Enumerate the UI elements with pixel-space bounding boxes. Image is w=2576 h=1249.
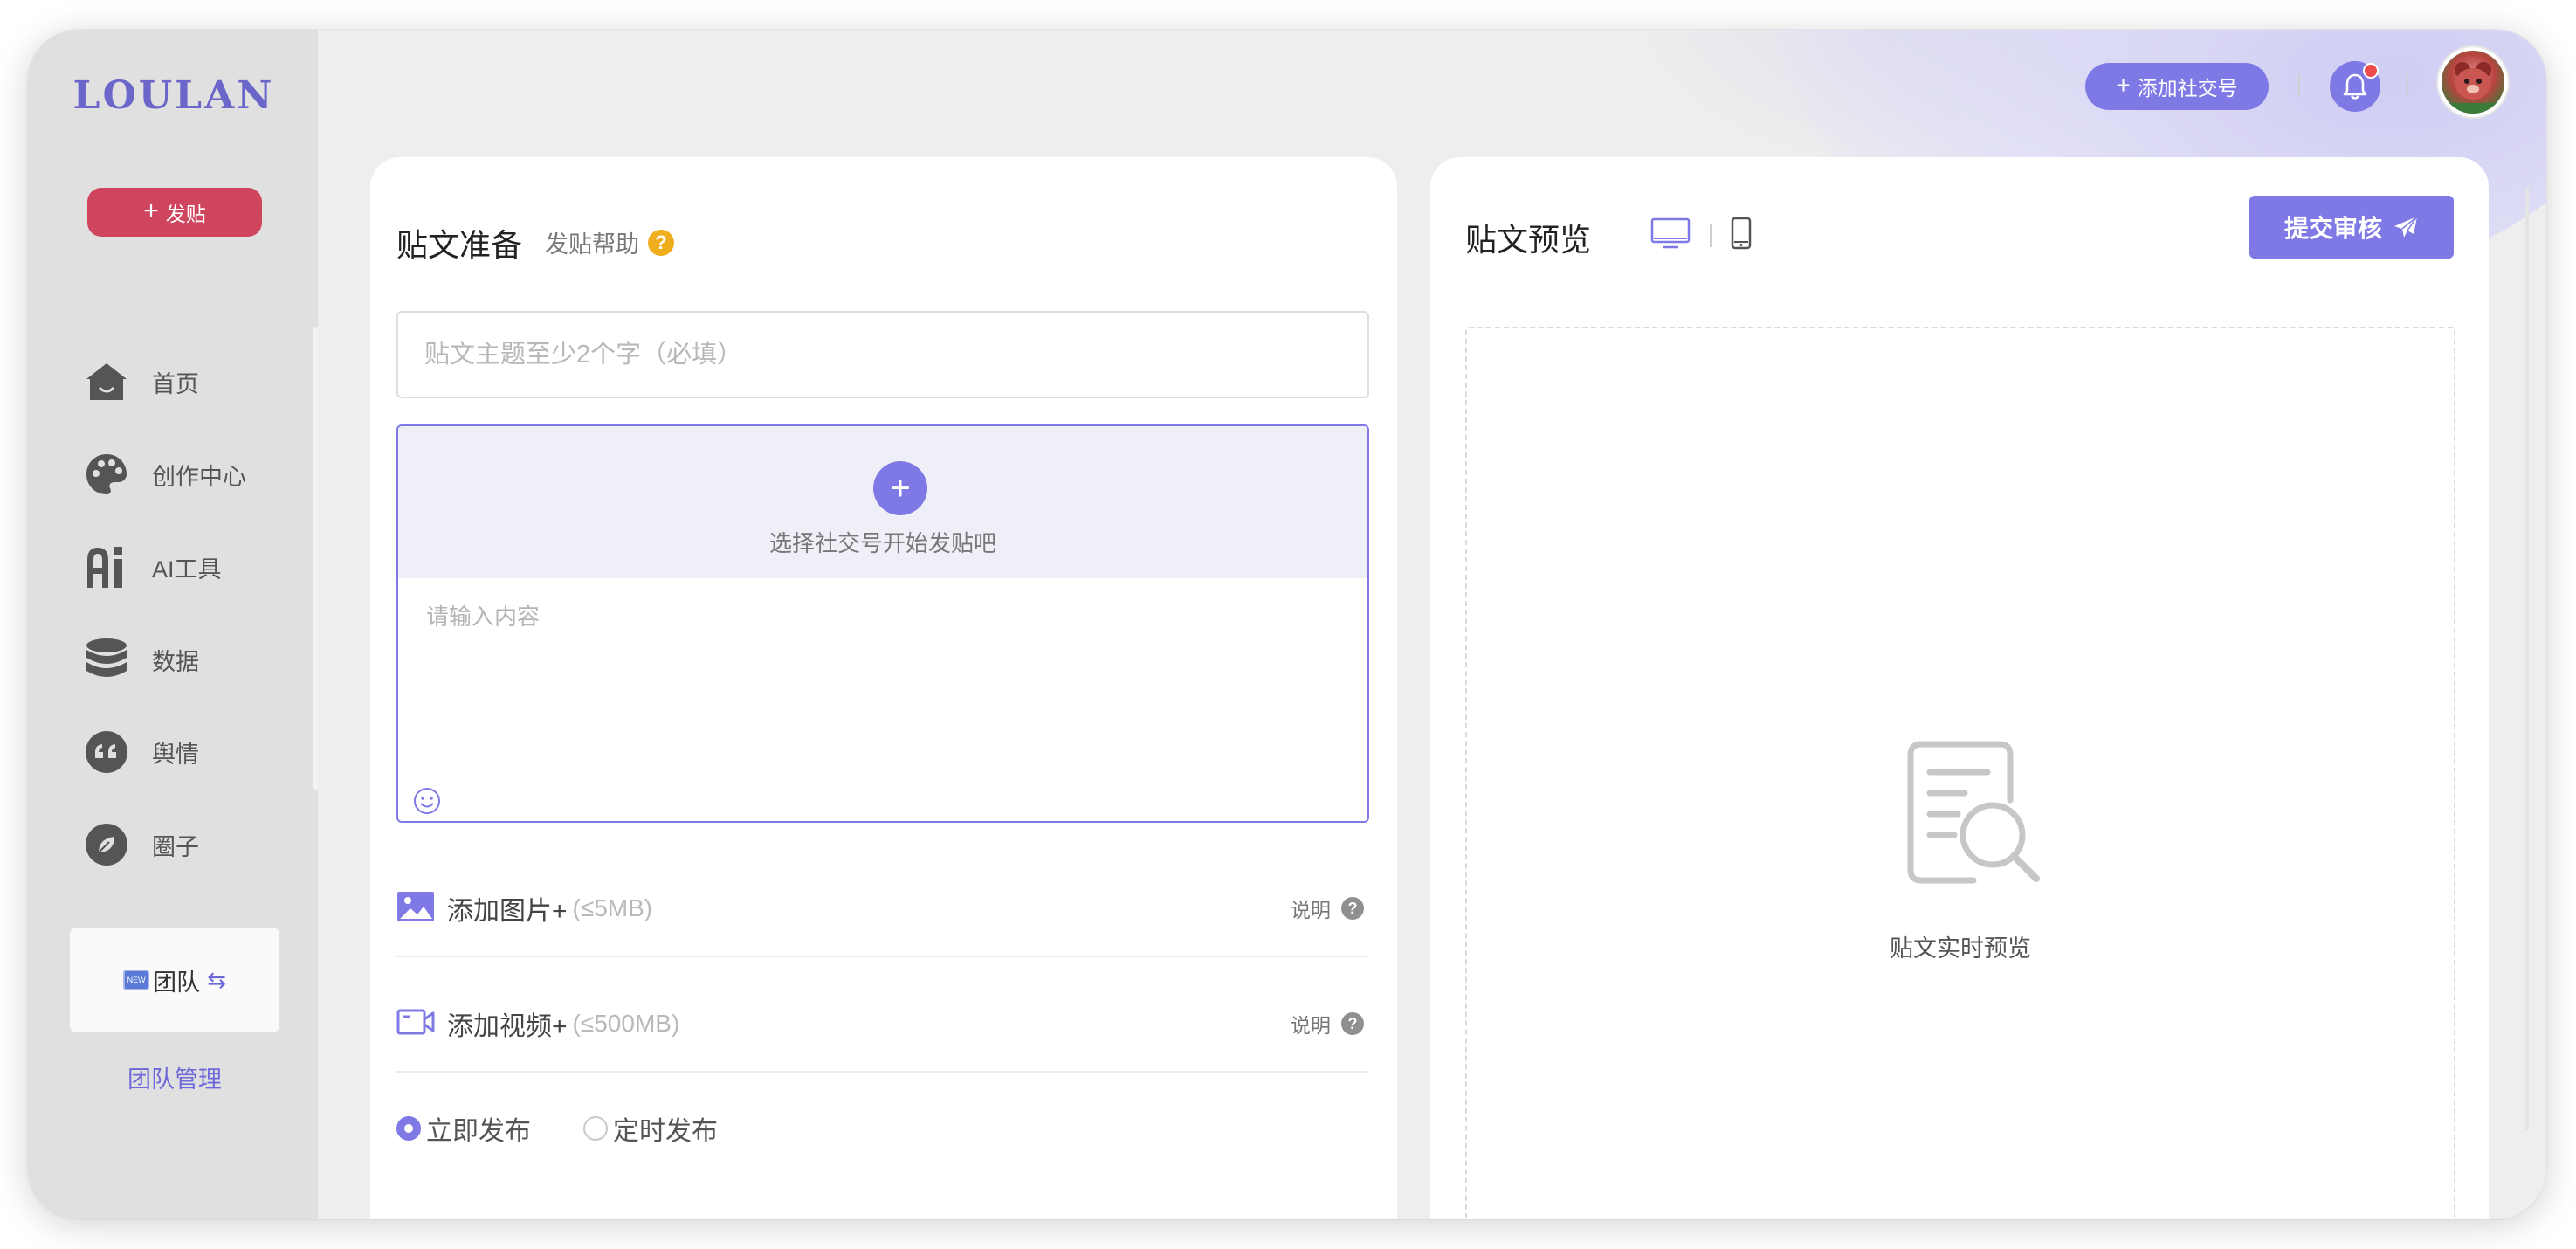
sidebar-item-creation-center[interactable]: 创作中心 (84, 428, 293, 521)
sidebar-item-label: AI工具 (152, 555, 222, 583)
notification-dot (2363, 63, 2379, 79)
emoji-icon[interactable] (412, 786, 442, 816)
team-manage-link[interactable]: 团队管理 (70, 1060, 279, 1094)
new-badge: NEW (123, 970, 150, 990)
radio-unselected-icon (583, 1116, 608, 1141)
video-icon (396, 1007, 435, 1041)
app-window: LOULAN + 发贴 首页 创作中心 AI工具 数据 舆情 圈子 NEW 团队… (28, 30, 2546, 1219)
content-editor: + 选择社交号开始发贴吧 (396, 424, 1369, 823)
main-scrollbar[interactable] (2525, 187, 2529, 1130)
video-size-limit: (≤500MB) (572, 1010, 680, 1037)
publish-now-radio[interactable]: 立即发布 (396, 1109, 531, 1148)
notification-bell-button[interactable] (2330, 61, 2380, 112)
plus-icon: + (143, 196, 159, 225)
sidebar-item-label: 首页 (152, 370, 199, 397)
info-question-icon: ? (1341, 897, 1364, 920)
help-question-icon: ? (648, 229, 674, 256)
topic-input[interactable] (396, 311, 1369, 398)
database-icon (84, 637, 129, 682)
submit-review-label: 提交审核 (2283, 215, 2382, 242)
new-post-label: 发贴 (165, 203, 206, 225)
video-info-label: 说明 (1291, 1014, 1331, 1037)
palette-icon (84, 452, 129, 497)
document-search-icon (1907, 741, 2040, 884)
ai-icon (84, 544, 129, 590)
submit-review-button[interactable]: 提交审核 (2249, 196, 2454, 259)
sidebar-nav: 首页 创作中心 AI工具 数据 舆情 圈子 (84, 335, 293, 891)
sidebar-item-circle[interactable]: 圈子 (84, 798, 293, 891)
new-post-button[interactable]: + 发贴 (87, 188, 262, 237)
team-label: 团队 (153, 969, 201, 996)
topbar-divider (2298, 75, 2300, 96)
add-social-label: 添加社交号 (2137, 77, 2238, 100)
preview-title: 贴文预览 (1465, 222, 1592, 258)
sidebar-item-label: 创作中心 (152, 463, 246, 490)
preview-area: 贴文实时预览 (1465, 327, 2455, 1219)
publish-now-label: 立即发布 (426, 1117, 531, 1146)
select-account-hint: 选择社交号开始发贴吧 (768, 530, 996, 556)
add-image-row[interactable]: 添加图片+ (≤5MB) 说明 ? (396, 861, 1369, 957)
add-account-icon[interactable]: + (873, 461, 927, 515)
image-size-limit: (≤5MB) (572, 894, 653, 921)
preview-empty-label: 贴文实时预览 (1890, 935, 2031, 962)
video-info-link[interactable]: 说明 ? (1291, 1009, 1364, 1039)
sidebar-item-sentiment[interactable]: 舆情 (84, 706, 293, 798)
sidebar-item-ai-tools[interactable]: AI工具 (84, 521, 293, 613)
bell-icon (2343, 73, 2367, 100)
circle-leaf-icon (84, 822, 129, 867)
home-icon (84, 359, 129, 404)
sidebar: LOULAN + 发贴 首页 创作中心 AI工具 数据 舆情 圈子 NEW 团队… (28, 30, 318, 1219)
select-account-area[interactable]: + 选择社交号开始发贴吧 (398, 426, 1367, 578)
sidebar-item-label: 圈子 (152, 833, 199, 860)
toggle-divider (1710, 224, 1712, 247)
sidebar-item-home[interactable]: 首页 (84, 335, 293, 428)
user-avatar[interactable] (2438, 47, 2508, 117)
quote-icon (84, 729, 129, 775)
posting-help-label: 发贴帮助 (545, 231, 639, 258)
scheduled-publish-radio[interactable]: 定时发布 (583, 1109, 718, 1148)
avatar-image (2442, 62, 2504, 114)
sidebar-item-data[interactable]: 数据 (84, 613, 293, 706)
sidebar-item-label: 数据 (152, 648, 199, 675)
add-video-label: 添加视频+ (447, 1012, 568, 1041)
image-icon (396, 891, 435, 927)
add-video-row[interactable]: 添加视频+ (≤500MB) 说明 ? (396, 976, 1369, 1073)
sidebar-item-label: 舆情 (152, 741, 199, 768)
topbar-divider (2407, 75, 2408, 96)
send-icon (2394, 216, 2418, 238)
add-social-account-button[interactable]: + 添加社交号 (2085, 63, 2269, 110)
plus-icon: + (2116, 72, 2131, 99)
desktop-view-icon[interactable] (1650, 217, 1691, 253)
info-question-icon: ? (1341, 1012, 1364, 1035)
add-image-label: 添加图片+ (447, 897, 568, 926)
scheduled-publish-label: 定时发布 (613, 1117, 718, 1146)
composer-title: 贴文准备 (396, 227, 523, 263)
app-logo[interactable]: LOULAN (72, 73, 276, 118)
sidebar-scrollbar[interactable] (313, 327, 318, 790)
preview-device-toggle (1650, 217, 1752, 254)
content-textarea[interactable] (398, 578, 1367, 788)
team-switcher[interactable]: NEW 团队 ⇆ (70, 928, 279, 1032)
publish-mode-group: 立即发布 定时发布 (396, 1109, 718, 1148)
post-preview-card: 贴文预览 提交审核 贴文实时预览 (1430, 157, 2489, 1219)
radio-selected-icon (396, 1116, 421, 1141)
post-composer-card: 贴文准备 发贴帮助 ? + 选择社交号开始发贴吧 添加图片+ (≤5MB) 说明 (370, 157, 1397, 1219)
swap-icon: ⇆ (207, 966, 226, 993)
posting-help-link[interactable]: 发贴帮助 ? (545, 225, 674, 259)
image-info-label: 说明 (1291, 899, 1331, 921)
image-info-link[interactable]: 说明 ? (1291, 894, 1364, 923)
mobile-view-icon[interactable] (1731, 217, 1752, 254)
